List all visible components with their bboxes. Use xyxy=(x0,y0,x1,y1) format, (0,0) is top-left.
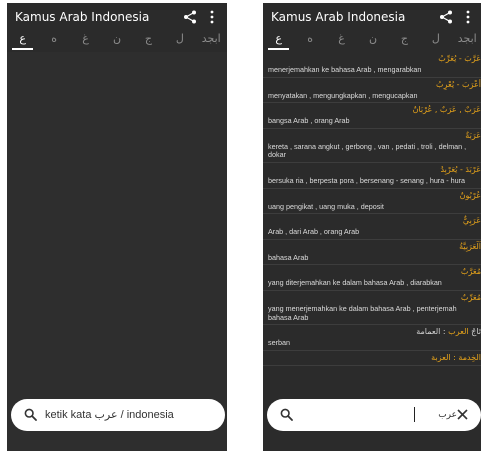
arabic-headword: مُعَرَّبٌ xyxy=(460,267,481,277)
translation-text: Arab , dari Arab , orang Arab xyxy=(268,227,360,237)
list-item[interactable]: عُرْبُونٌ uang pengikat , uang muka , de… xyxy=(263,189,481,215)
list-item[interactable]: تَاجُ العرب : العمامة serban xyxy=(263,325,481,351)
translation-text: kereta , sarana angkut , gerbong , van ,… xyxy=(268,141,467,160)
translation-text: menyatakan , mengungkapkan , mengucapkan xyxy=(268,90,418,100)
empty-results-area xyxy=(7,52,227,451)
translation-text: uang pengikat , uang muka , deposit xyxy=(268,201,384,211)
app-bar: Kamus Arab Indonesia xyxy=(7,3,227,30)
arabic-headword: عَرَبِيٌّ xyxy=(462,216,481,226)
tab-letter-ghain[interactable]: غ xyxy=(70,30,101,52)
close-icon[interactable] xyxy=(457,409,468,420)
arabic-headword: عَرْبَدَ - يُعَرْبِدُ xyxy=(440,164,481,174)
search-placeholder: ketik kata عرب / indonesia xyxy=(45,409,174,421)
arabic-headword: عَرَّبَ - يُعَرِّبُ xyxy=(438,54,481,63)
search-icon xyxy=(280,408,293,421)
app-title: Kamus Arab Indonesia xyxy=(15,10,150,24)
arabic-headword: عَرَبَةٌ xyxy=(465,130,481,140)
list-item[interactable]: عَرَبَةٌ kereta , sarana angkut , gerbon… xyxy=(263,129,481,163)
headword-highlight: العرب xyxy=(448,327,469,337)
list-item[interactable]: عَرَبٌ , عَرَبٌ , عُرْبَانٌ bangsa Arab … xyxy=(263,103,481,129)
list-item[interactable]: عَرْبَدَ - يُعَرْبِدُ bersuka ria , berp… xyxy=(263,163,481,189)
list-item[interactable]: الخِدمة : العزبة xyxy=(263,351,481,366)
tab-letter-jim[interactable]: ج xyxy=(133,30,164,52)
arabic-headword: أَعْرَبَ - يُعْرِبُ xyxy=(436,79,481,89)
arabic-headword: عُرْبُونٌ xyxy=(459,190,481,200)
arabic-headword: الخِدمة : العزبة xyxy=(431,352,481,362)
translation-text: yang diterjemahkan ke dalam bahasa Arab … xyxy=(268,278,442,288)
more-vert-icon[interactable] xyxy=(207,9,217,25)
tab-letter-lam[interactable]: ل xyxy=(420,30,451,52)
screen-search-results: Kamus Arab Indonesia ع ه غ ن ج ل ‎ابجد ع… xyxy=(263,3,481,451)
headword-prefix: تَاجُ xyxy=(471,327,481,337)
arabic-headword: اَلْعَرَبِيَّةُ xyxy=(459,241,481,251)
tab-letter-ain[interactable]: ع xyxy=(7,30,38,52)
list-item[interactable]: اَلْعَرَبِيَّةُ bahasa Arab xyxy=(263,240,481,266)
app-bar: Kamus Arab Indonesia xyxy=(263,3,481,30)
tab-abjad[interactable]: ‎ابجد xyxy=(452,30,481,52)
search-bar[interactable] xyxy=(267,399,481,431)
search-bar[interactable]: ketik kata عرب / indonesia xyxy=(11,399,225,431)
tab-abjad[interactable]: ‎ابجد xyxy=(196,30,227,52)
arabic-headword: تَاجُ العرب : العمامة xyxy=(268,326,481,337)
translation-text: serban xyxy=(268,338,290,348)
tab-letter-lam[interactable]: ل xyxy=(164,30,195,52)
screen-empty-state: Kamus Arab Indonesia ع ه غ ن ج ل ‎ابجد k… xyxy=(7,3,227,451)
tab-letter-ha[interactable]: ه xyxy=(38,30,69,52)
list-item[interactable]: مُعَرَّبٌ yang diterjemahkan ke dalam ba… xyxy=(263,265,481,291)
search-input[interactable] xyxy=(387,407,457,423)
tab-letter-nun[interactable]: ن xyxy=(357,30,388,52)
headword-suffix: : العمامة xyxy=(416,327,446,337)
text-cursor xyxy=(414,407,415,422)
tab-letter-ha[interactable]: ه xyxy=(294,30,325,52)
share-icon[interactable] xyxy=(183,10,197,24)
translation-text: bersuka ria , berpesta pora , bersenang … xyxy=(268,175,465,185)
results-list[interactable]: عَرَّبَ - يُعَرِّبُ menerjemahkan ke bah… xyxy=(263,52,481,404)
tab-letter-jim[interactable]: ج xyxy=(389,30,420,52)
arabic-headword: عَرَبٌ , عَرَبٌ , عُرْبَانٌ xyxy=(412,105,481,115)
translation-text: menerjemahkan ke bahasa Arab , mengarabk… xyxy=(268,65,422,74)
translation-text: bangsa Arab , orang Arab xyxy=(268,116,350,126)
letter-tabs: ع ه غ ن ج ل ‎ابجد xyxy=(263,30,481,52)
list-item[interactable]: عَرَّبَ - يُعَرِّبُ menerjemahkan ke bah… xyxy=(263,52,481,78)
letter-tabs: ع ه غ ن ج ل ‎ابجد xyxy=(7,30,227,52)
search-icon xyxy=(24,408,37,421)
tab-letter-nun[interactable]: ن xyxy=(101,30,132,52)
list-item[interactable]: أَعْرَبَ - يُعْرِبُ menyatakan , mengung… xyxy=(263,78,481,104)
list-item[interactable]: عَرَبِيٌّ Arab , dari Arab , orang Arab xyxy=(263,214,481,240)
tab-letter-ghain[interactable]: غ xyxy=(326,30,357,52)
list-item[interactable]: مُعَرِّبٌ yang menerjemahkan ke dalam ba… xyxy=(263,291,481,326)
arabic-headword: مُعَرِّبٌ xyxy=(460,292,481,302)
share-icon[interactable] xyxy=(439,10,453,24)
translation-text: yang menerjemahkan ke dalam bahasa Arab … xyxy=(268,303,457,322)
tab-letter-ain[interactable]: ع xyxy=(263,30,294,52)
translation-text: bahasa Arab xyxy=(268,252,309,262)
more-vert-icon[interactable] xyxy=(463,9,473,25)
app-title: Kamus Arab Indonesia xyxy=(271,10,406,24)
